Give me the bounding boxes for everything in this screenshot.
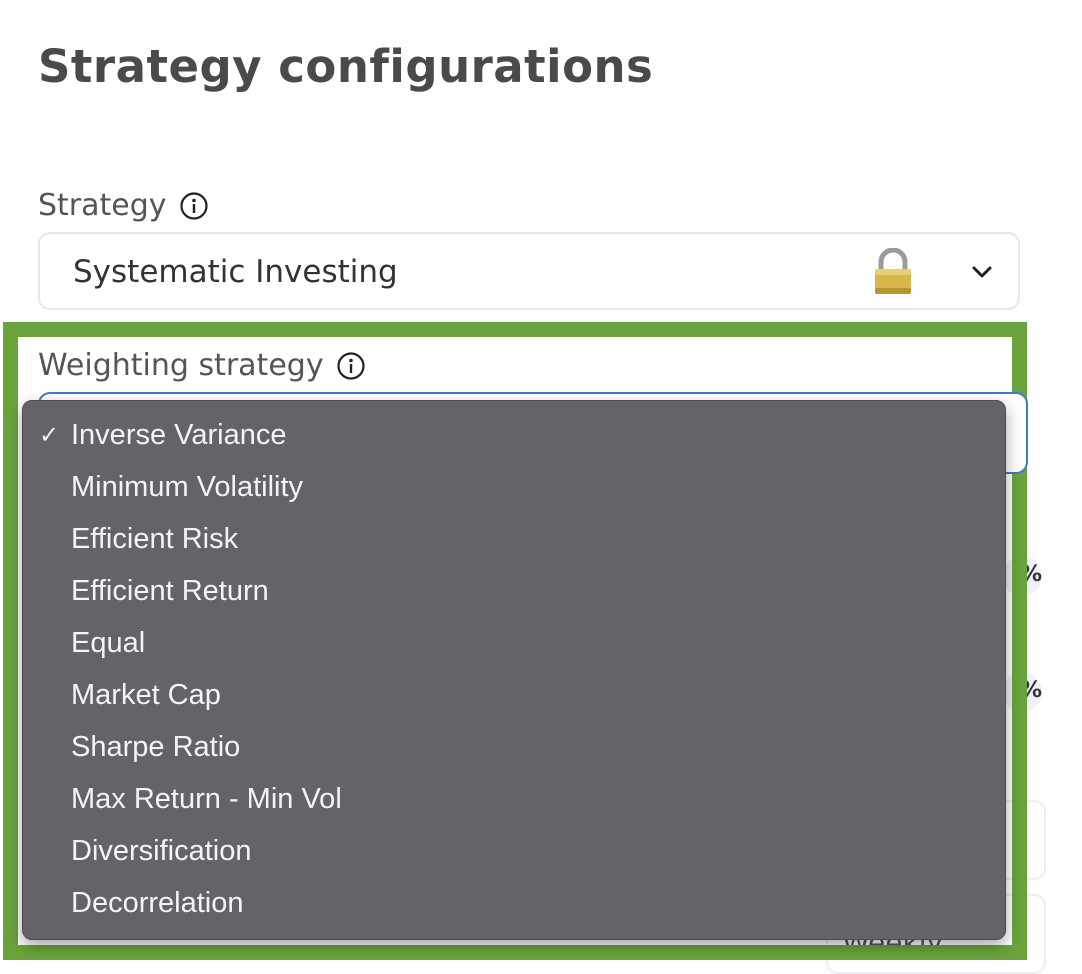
- menu-item-minimum-volatility[interactable]: Minimum Volatility: [71, 467, 303, 507]
- weighting-dropdown-menu: ✓ Inverse Variance Minimum Volatility Ef…: [22, 400, 1006, 940]
- menu-item-efficient-risk[interactable]: Efficient Risk: [71, 519, 238, 559]
- checkmark-icon: ✓: [39, 421, 60, 449]
- menu-item-diversification[interactable]: Diversification: [71, 831, 252, 871]
- menu-item-sharpe-ratio[interactable]: Sharpe Ratio: [71, 727, 240, 767]
- weighting-label-row: Weighting strategy: [38, 348, 366, 383]
- menu-item-equal[interactable]: Equal: [71, 623, 145, 663]
- strategy-value: Systematic Investing: [73, 254, 398, 290]
- page-title: Strategy configurations: [38, 40, 654, 93]
- strategy-label: Strategy: [38, 188, 167, 223]
- info-icon[interactable]: [179, 191, 209, 221]
- chevron-down-icon: [972, 266, 992, 278]
- menu-item-market-cap[interactable]: Market Cap: [71, 675, 221, 715]
- info-icon[interactable]: [336, 351, 366, 381]
- weighting-label: Weighting strategy: [38, 348, 324, 383]
- menu-item-decorrelation[interactable]: Decorrelation: [71, 883, 243, 923]
- menu-item-max-return-min-vol[interactable]: Max Return - Min Vol: [71, 779, 342, 819]
- menu-item-efficient-return[interactable]: Efficient Return: [71, 571, 269, 611]
- menu-item-inverse-variance[interactable]: Inverse Variance: [71, 415, 286, 455]
- strategy-label-row: Strategy: [38, 188, 209, 223]
- strategy-select[interactable]: Systematic Investing: [38, 232, 1020, 310]
- lock-icon: [875, 248, 911, 294]
